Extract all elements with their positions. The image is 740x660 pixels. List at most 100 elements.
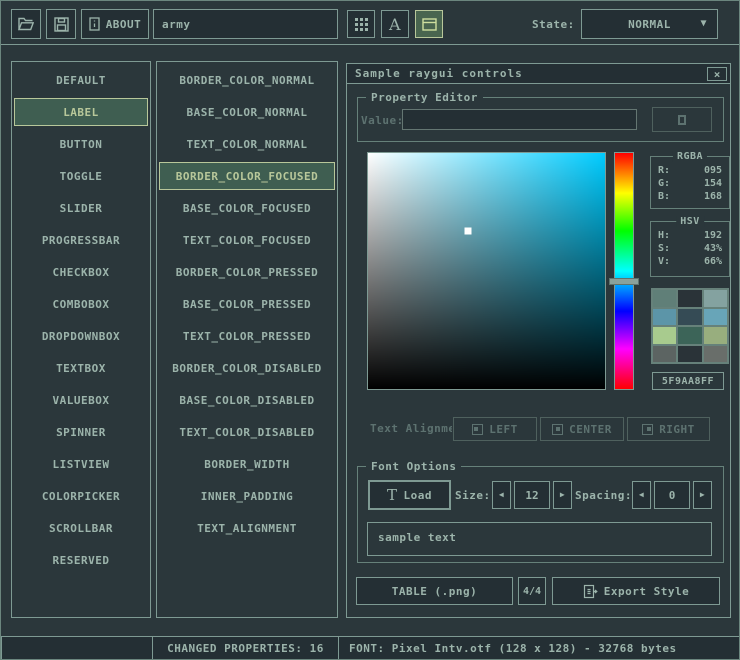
hue-slider-handle[interactable] bbox=[609, 278, 639, 285]
align-right-button[interactable]: RIGHT bbox=[627, 417, 710, 441]
font-mode-button[interactable]: A bbox=[381, 10, 409, 38]
property-list-item-border_width[interactable]: BORDER_WIDTH bbox=[159, 448, 335, 480]
property-list-item-text_color_normal[interactable]: TEXT_COLOR_NORMAL bbox=[159, 128, 335, 160]
open-file-button[interactable] bbox=[11, 9, 41, 39]
controls-list-item-toggle[interactable]: TOGGLE bbox=[14, 160, 148, 192]
style-mode-button[interactable] bbox=[415, 10, 443, 38]
controls-list-item-checkbox[interactable]: CHECKBOX bbox=[14, 256, 148, 288]
controls-list-item-valuebox[interactable]: VALUEBOX bbox=[14, 384, 148, 416]
controls-list-item-slider[interactable]: SLIDER bbox=[14, 192, 148, 224]
font-spacing-value[interactable]: 0 bbox=[654, 481, 690, 509]
rgba-r-row: R: 095 bbox=[651, 163, 729, 176]
value-label: Value: bbox=[361, 114, 404, 127]
color-swatch[interactable] bbox=[678, 346, 701, 363]
state-dropdown-value: NORMAL bbox=[628, 18, 671, 31]
property-list-item-border_color_pressed[interactable]: BORDER_COLOR_PRESSED bbox=[159, 256, 335, 288]
font-size-value[interactable]: 12 bbox=[514, 481, 550, 509]
color-swatch[interactable] bbox=[678, 309, 701, 326]
controls-list-item-scrollbar[interactable]: SCROLLBAR bbox=[14, 512, 148, 544]
property-list-item-base_color_disabled[interactable]: BASE_COLOR_DISABLED bbox=[159, 384, 335, 416]
hsv-h-row: H: 192 bbox=[651, 228, 729, 241]
spacing-decrement-button[interactable]: ◀ bbox=[632, 481, 651, 509]
close-icon: × bbox=[714, 69, 721, 80]
controls-list-item-reserved[interactable]: RESERVED bbox=[14, 544, 148, 576]
s-value: 43% bbox=[704, 243, 722, 254]
value-input[interactable] bbox=[402, 109, 637, 130]
toolbar: ABOUT army A State: bbox=[1, 1, 739, 45]
property-list-item-base_color_focused[interactable]: BASE_COLOR_FOCUSED bbox=[159, 192, 335, 224]
controls-list-item-button[interactable]: BUTTON bbox=[14, 128, 148, 160]
property-list-item-text_color_focused[interactable]: TEXT_COLOR_FOCUSED bbox=[159, 224, 335, 256]
controls-list-item-colorpicker[interactable]: COLORPICKER bbox=[14, 480, 148, 512]
folder-open-icon bbox=[18, 17, 34, 31]
hsv-group: HSV H: 192 S: 43% V: 66% bbox=[650, 221, 730, 277]
color-swatch[interactable] bbox=[653, 309, 676, 326]
window-titlebar[interactable]: Sample raygui controls bbox=[347, 64, 730, 84]
align-left-icon bbox=[472, 424, 483, 435]
hue-slider[interactable] bbox=[614, 152, 634, 390]
color-cursor[interactable] bbox=[464, 227, 471, 234]
property-list-item-base_color_normal[interactable]: BASE_COLOR_NORMAL bbox=[159, 96, 335, 128]
color-saturation-value-panel[interactable] bbox=[367, 152, 606, 390]
hex-color-input[interactable]: 5F9AA8FF bbox=[652, 372, 724, 390]
value-edit-button[interactable] bbox=[652, 107, 712, 132]
h-label: H: bbox=[658, 230, 670, 241]
color-swatch[interactable] bbox=[653, 290, 676, 307]
size-decrement-button[interactable]: ◀ bbox=[492, 481, 511, 509]
grid-view-button[interactable] bbox=[347, 10, 375, 38]
close-button[interactable]: × bbox=[707, 67, 727, 81]
color-swatch[interactable] bbox=[704, 290, 727, 307]
table-export-button[interactable]: TABLE (.png) bbox=[356, 577, 513, 605]
value-button-glyph-icon bbox=[678, 115, 686, 125]
load-font-button[interactable]: T Load bbox=[368, 480, 451, 510]
table-pages-box[interactable]: 4/4 bbox=[518, 577, 546, 605]
color-swatch[interactable] bbox=[704, 309, 727, 326]
g-label: G: bbox=[658, 178, 670, 189]
color-swatch[interactable] bbox=[704, 327, 727, 344]
font-t-icon: T bbox=[387, 486, 398, 504]
export-style-button[interactable]: Export Style bbox=[552, 577, 720, 605]
load-font-label: Load bbox=[404, 489, 433, 502]
style-name-input[interactable]: army bbox=[153, 9, 338, 39]
statusbar-changed-properties: CHANGED PROPERTIES: 16 bbox=[152, 636, 339, 660]
property-list-item-border_color_normal[interactable]: BORDER_COLOR_NORMAL bbox=[159, 64, 335, 96]
state-dropdown[interactable]: NORMAL ▼ bbox=[581, 9, 718, 39]
align-center-button[interactable]: CENTER bbox=[540, 417, 624, 441]
property-list-item-border_color_focused[interactable]: BORDER_COLOR_FOCUSED bbox=[159, 162, 335, 190]
align-left-button[interactable]: LEFT bbox=[453, 417, 537, 441]
property-list-item-border_color_disabled[interactable]: BORDER_COLOR_DISABLED bbox=[159, 352, 335, 384]
sample-text-input[interactable]: sample text bbox=[367, 522, 712, 556]
property-list-item-text_color_disabled[interactable]: TEXT_COLOR_DISABLED bbox=[159, 416, 335, 448]
hex-color-value: 5F9AA8FF bbox=[662, 376, 714, 387]
about-button[interactable]: ABOUT bbox=[81, 9, 149, 39]
controls-list-item-dropdownbox[interactable]: DROPDOWNBOX bbox=[14, 320, 148, 352]
controls-list-item-combobox[interactable]: COMBOBOX bbox=[14, 288, 148, 320]
property-list-item-text_alignment[interactable]: TEXT_ALIGNMENT bbox=[159, 512, 335, 544]
controls-list-item-progressbar[interactable]: PROGRESSBAR bbox=[14, 224, 148, 256]
controls-list-item-spinner[interactable]: SPINNER bbox=[14, 416, 148, 448]
style-name-value: army bbox=[162, 18, 191, 31]
property-list-item-text_color_pressed[interactable]: TEXT_COLOR_PRESSED bbox=[159, 320, 335, 352]
controls-list-item-label[interactable]: LABEL bbox=[14, 98, 148, 126]
size-increment-button[interactable]: ▶ bbox=[553, 481, 572, 509]
v-label: V: bbox=[658, 256, 670, 267]
property-list-item-base_color_pressed[interactable]: BASE_COLOR_PRESSED bbox=[159, 288, 335, 320]
property-list-item-inner_padding[interactable]: INNER_PADDING bbox=[159, 480, 335, 512]
window-title: Sample raygui controls bbox=[355, 67, 523, 80]
controls-list-item-default[interactable]: DEFAULT bbox=[14, 64, 148, 96]
spacing-increment-button[interactable]: ▶ bbox=[693, 481, 712, 509]
font-spacing-number: 0 bbox=[669, 489, 676, 502]
rgba-group-label: RGBA bbox=[673, 151, 707, 162]
arrow-right-icon: ▶ bbox=[560, 491, 565, 499]
color-swatch[interactable] bbox=[653, 346, 676, 363]
save-file-button[interactable] bbox=[46, 9, 76, 39]
color-swatch[interactable] bbox=[678, 290, 701, 307]
r-label: R: bbox=[658, 165, 670, 176]
h-value: 192 bbox=[704, 230, 722, 241]
controls-list-item-listview[interactable]: LISTVIEW bbox=[14, 448, 148, 480]
color-swatch[interactable] bbox=[653, 327, 676, 344]
color-swatch[interactable] bbox=[704, 346, 727, 363]
arrow-right-icon: ▶ bbox=[700, 491, 705, 499]
color-swatch[interactable] bbox=[678, 327, 701, 344]
controls-list-item-textbox[interactable]: TEXTBOX bbox=[14, 352, 148, 384]
